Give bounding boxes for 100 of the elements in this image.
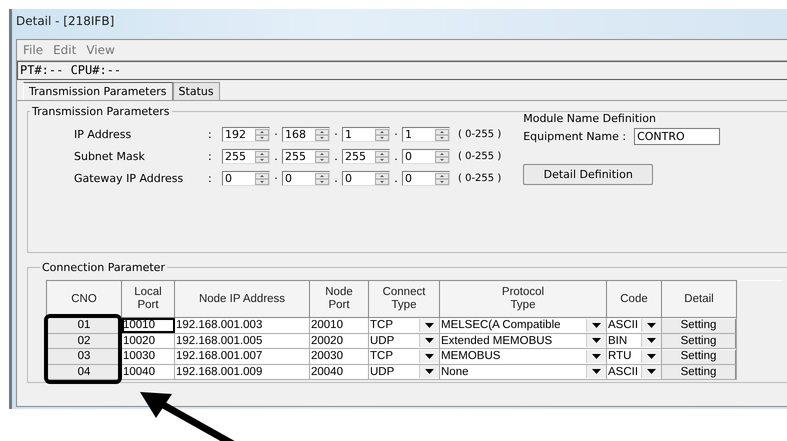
dropdown-cell[interactable]: BIN [607,334,661,348]
section-title: Module Name Definition [523,112,657,125]
caret-icon[interactable] [419,334,439,348]
setting-button[interactable]: Setting [662,318,736,332]
spinner-arrows-icon[interactable] [255,150,269,162]
column-header: Detail [662,280,736,318]
caret-icon[interactable] [586,365,606,378]
caret-icon[interactable] [419,365,439,378]
field-label: IP Address [74,128,132,141]
spin-field[interactable]: 192 [222,127,270,142]
spinner-arrows-icon[interactable] [435,128,449,140]
field-label: Subnet Mask [74,150,146,163]
field-label: Equipment Name : [523,130,626,143]
octet-separator: · [273,172,279,185]
table-cell: 20030 [310,348,368,364]
spinner-arrows-icon[interactable] [375,172,389,184]
table-cell: 20010 [310,318,368,333]
menu-item[interactable]: Edit [53,43,76,57]
spinner-arrows-icon[interactable] [255,128,269,140]
caret-icon[interactable] [586,318,606,332]
dropdown-cell[interactable]: TCP [369,318,439,332]
spin-field[interactable]: 255 [342,149,390,164]
octet-separator: · [333,128,339,141]
column-header: Node Port [310,280,368,318]
dropdown-cell[interactable]: MELSEC(A Compatible [440,318,606,332]
spinner-arrows-icon[interactable] [435,172,449,184]
caret-icon[interactable] [586,350,606,363]
dropdown-cell[interactable]: TCP [369,349,439,364]
range-hint: ( 0-255 ) [458,151,502,162]
caret-icon[interactable] [641,318,661,332]
table-cell: 192.168.001.005 [174,333,310,348]
spin-field[interactable]: 255 [222,149,270,164]
range-hint: ( 0-255 ) [458,129,502,140]
dropdown-cell[interactable]: None [440,364,606,379]
tab[interactable]: Transmission Parameters [23,82,173,100]
column-header: CNO [46,280,122,318]
caret-icon[interactable] [586,334,606,348]
colon-text: : [208,150,213,163]
spinner-arrows-icon[interactable] [315,128,329,140]
table-cell[interactable]: 10040 [122,364,174,380]
caret-icon[interactable] [641,334,661,348]
spin-field[interactable]: 1 [402,127,450,142]
field-label: Gateway IP Address [74,172,184,185]
equipment-name-field[interactable]: CONTRO [634,128,720,145]
octet-separator: . [393,172,399,185]
range-hint: ( 0-255 ) [458,173,502,184]
spin-field[interactable]: 0 [342,171,390,186]
octet-separator: . [333,172,339,185]
table-cell[interactable]: 10010 [122,318,174,333]
spin-field[interactable]: 255 [282,149,330,164]
spinner-arrows-icon[interactable] [315,150,329,162]
octet-separator: · [273,128,279,141]
setting-button[interactable]: Setting [662,350,736,364]
tab[interactable]: Status [172,82,220,100]
spin-field[interactable]: 168 [282,127,330,142]
column-header: Code [606,280,662,318]
dropdown-cell[interactable]: ASCII [607,364,661,379]
setting-button[interactable]: Setting [662,334,736,348]
caret-icon[interactable] [419,350,439,363]
dropdown-cell[interactable]: Extended MEMOBUS [440,334,606,348]
caret-icon[interactable] [419,318,439,332]
menu-item[interactable]: View [86,43,115,57]
column-header: Local Port [122,280,174,318]
menu-item[interactable]: File [23,43,44,57]
column-header: Node IP Address [174,280,310,318]
dropdown-cell[interactable]: MEMOBUS [440,349,606,364]
table-cell[interactable]: 10030 [122,348,174,364]
table-cell: 192.168.001.007 [174,348,310,364]
octet-separator: · [393,128,399,141]
table-cell[interactable]: 10020 [122,333,174,348]
table-cell: 192.168.001.003 [174,318,310,333]
dropdown-cell[interactable]: ASCII [607,318,661,332]
caret-icon[interactable] [641,365,661,378]
column-header: Protocol Type [440,280,606,318]
spinner-arrows-icon[interactable] [315,172,329,184]
group-title: Transmission Parameters [31,105,171,118]
spinner-arrows-icon[interactable] [255,172,269,184]
dropdown-cell[interactable]: RTU [607,349,661,364]
caret-icon[interactable] [641,350,661,363]
spin-field[interactable]: 1 [342,127,390,142]
colon-text: : [208,172,213,185]
dropdown-cell[interactable]: UDP [369,364,439,379]
spin-field[interactable]: 0 [402,149,450,164]
detail-definition-button[interactable]: Detail Definition [523,164,654,185]
octet-separator: . [333,150,339,163]
table-cell: 20020 [310,333,368,348]
spinner-arrows-icon[interactable] [375,128,389,140]
spin-field[interactable]: 0 [282,171,330,186]
spin-field[interactable]: 0 [222,171,270,186]
column-header: Connect Type [368,280,440,318]
spinner-arrows-icon[interactable] [375,150,389,162]
group-title: Connection Parameter [41,261,166,274]
dropdown-cell[interactable]: UDP [369,334,439,348]
table-cell: 20040 [310,364,368,380]
table-cell: 192.168.001.009 [174,364,310,380]
spinner-arrows-icon[interactable] [435,150,449,162]
window-title: Detail - [218IFB] [16,14,114,28]
setting-button[interactable]: Setting [662,365,736,379]
spin-field[interactable]: 0 [402,171,450,186]
octet-separator: . [273,150,279,163]
